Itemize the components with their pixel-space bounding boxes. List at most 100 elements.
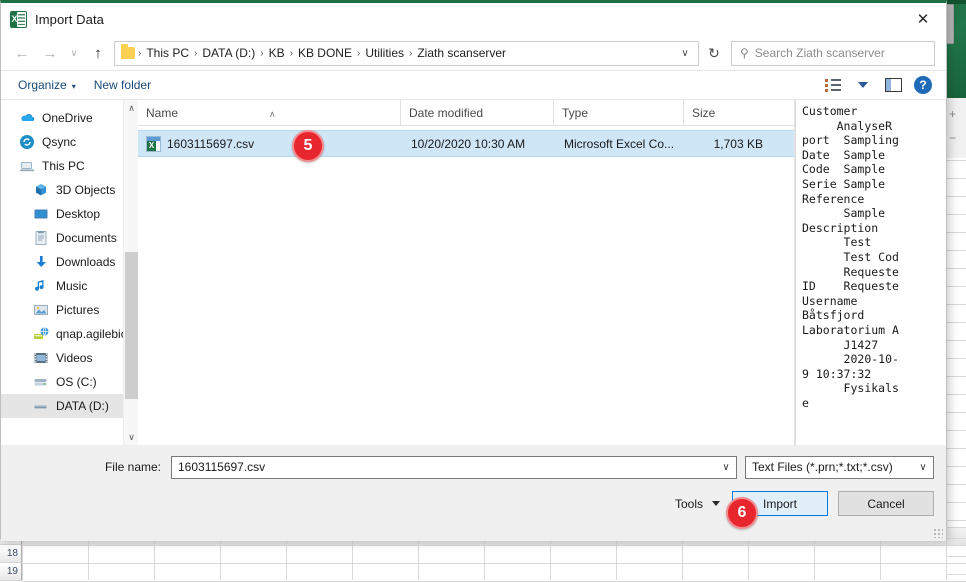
cancel-button[interactable]: Cancel [838, 491, 934, 516]
spreadsheet-row-divider [947, 340, 966, 341]
sidebar-item-documents[interactable]: Documents [1, 226, 138, 250]
spreadsheet-row-divider [947, 538, 966, 539]
chevron-down-icon[interactable]: ∨ [716, 462, 736, 473]
filetype-select[interactable]: Text Files (*.prn;*.txt;*.csv) ∨ [745, 455, 934, 479]
tools-button[interactable]: Tools [667, 493, 722, 515]
breadcrumb: › This PC › DATA (D:) › KB › KB DONE › U… [137, 45, 676, 61]
column-header-date-modified[interactable]: Date modified [400, 99, 553, 126]
csv-file-icon: X [146, 135, 161, 152]
spreadsheet-row-divider [947, 448, 966, 449]
chevron-down-glyph [858, 82, 868, 88]
breadcrumb-item-kb-done[interactable]: KB DONE [294, 45, 356, 61]
sidebar-item-pictures[interactable]: Pictures [1, 298, 138, 322]
chevron-down-icon[interactable]: ∨ [676, 48, 694, 59]
column-header-size[interactable]: Size [683, 99, 768, 126]
sidebar-item-videos[interactable]: Videos [1, 346, 138, 370]
back-button[interactable]: ← [8, 39, 36, 67]
search-input[interactable]: ⚲ Search Ziath scanserver [731, 40, 935, 66]
scrollbar-thumb[interactable] [125, 252, 138, 399]
dialog-titlebar: X Import Data ✕ [1, 3, 946, 36]
pictures-icon [33, 302, 49, 318]
breadcrumb-item-this-pc[interactable]: This PC [142, 45, 193, 61]
address-bar[interactable]: › This PC › DATA (D:) › KB › KB DONE › U… [114, 40, 699, 66]
spreadsheet-row-divider [947, 574, 966, 575]
excel-zoom-out-icon[interactable]: − [949, 132, 956, 144]
sidebar-item-this-pc[interactable]: This PC [1, 154, 138, 178]
command-bar: Organize ▾ New folder ? [1, 70, 946, 100]
sidebar-item-label: DATA (D:) [56, 399, 109, 413]
help-icon[interactable]: ? [908, 73, 938, 97]
close-icon[interactable]: ✕ [900, 3, 946, 34]
spreadsheet-row-divider [947, 196, 966, 197]
breadcrumb-item-data-d[interactable]: DATA (D:) [198, 45, 259, 61]
filename-input[interactable]: 1603115697.csv ∨ [171, 455, 737, 479]
spreadsheet-row-divider [947, 232, 966, 233]
3d-objects-icon [33, 182, 49, 198]
desktop-icon [33, 206, 49, 222]
dialog-footer: File name: 1603115697.csv ∨ Text Files (… [1, 445, 946, 541]
spreadsheet-row-divider [947, 178, 966, 179]
spreadsheet-row-header[interactable]: 18 [0, 545, 22, 563]
sidebar-item-qnap-agilebio-cc[interactable]: qnap.agilebio.cc [1, 322, 138, 346]
view-layout-icon[interactable] [818, 73, 848, 97]
resize-grip[interactable] [933, 528, 943, 538]
sidebar-item-label: Videos [56, 351, 93, 365]
chevron-down-icon: ▾ [71, 82, 76, 91]
sidebar-item-label: Documents [56, 231, 117, 245]
spreadsheet-row-divider [947, 358, 966, 359]
column-header-name[interactable]: Name ∧ [138, 100, 400, 126]
sidebar-item-onedrive[interactable]: OneDrive [1, 106, 138, 130]
pane-splitter[interactable] [794, 100, 795, 445]
sidebar-item-label: 3D Objects [56, 183, 116, 197]
spreadsheet-row-divider [947, 376, 966, 377]
sidebar-item-3d-objects[interactable]: 3D Objects [1, 178, 138, 202]
sidebar-item-downloads[interactable]: Downloads [1, 250, 138, 274]
excel-icon: X [10, 11, 27, 28]
breadcrumb-item-utilities[interactable]: Utilities [361, 45, 408, 61]
column-header-type[interactable]: Type [553, 99, 683, 126]
refresh-icon[interactable]: ↻ [701, 41, 727, 66]
navigation-pane-scrollbar[interactable]: ∧ ∨ [123, 100, 138, 445]
table-row[interactable]: X 1603115697.csv 10/20/2020 10:30 AM Mic… [138, 130, 795, 157]
scroll-up-icon[interactable]: ∧ [124, 100, 138, 116]
sidebar-item-desktop[interactable]: Desktop [1, 202, 138, 226]
spreadsheet-row-divider [947, 268, 966, 269]
sidebar-item-label: This PC [42, 159, 85, 173]
column-header-label: Name [146, 105, 179, 120]
import-data-dialog: X Import Data ✕ ← → ∨ ↑ › This PC › DATA… [0, 0, 947, 541]
organize-button[interactable]: Organize ▾ [9, 74, 85, 96]
spreadsheet-row-divider [947, 502, 966, 503]
preview-pane-icon[interactable] [878, 73, 908, 97]
up-button[interactable]: ↑ [84, 39, 112, 67]
chevron-down-icon[interactable]: ∨ [913, 462, 933, 473]
scroll-down-icon[interactable]: ∨ [124, 429, 138, 445]
excel-zoom-in-icon[interactable]: + [949, 108, 956, 120]
spreadsheet-row-divider [947, 466, 966, 467]
spreadsheet-row-divider [947, 214, 966, 215]
sidebar-item-qsync[interactable]: Qsync [1, 130, 138, 154]
spreadsheet-row-divider [947, 304, 966, 305]
new-folder-button[interactable]: New folder [85, 74, 160, 96]
spreadsheet-row-divider [947, 250, 966, 251]
breadcrumb-item-ziath-scanserver[interactable]: Ziath scanserver [413, 45, 510, 61]
network-drive-icon [33, 326, 49, 342]
annotation-badge-6: 6 [726, 497, 758, 529]
recent-locations-button[interactable]: ∨ [64, 39, 84, 67]
sidebar-item-music[interactable]: Music [1, 274, 138, 298]
folder-icon [121, 44, 135, 59]
sidebar-item-label: Downloads [56, 255, 116, 269]
file-list-header: Name ∧ Date modified Type Size [138, 99, 795, 126]
spreadsheet-row-divider [947, 160, 966, 161]
search-placeholder: Search Ziath scanserver [754, 46, 885, 60]
forward-button[interactable]: → [36, 39, 64, 67]
filename-value: 1603115697.csv [178, 460, 266, 474]
view-layout-glyph [825, 78, 841, 92]
breadcrumb-item-kb[interactable]: KB [265, 45, 289, 61]
view-options-chevron-down-icon[interactable] [848, 73, 878, 97]
sidebar-item-label: OS (C:) [56, 375, 97, 389]
navigation-bar: ← → ∨ ↑ › This PC › DATA (D:) › KB › KB … [1, 36, 946, 70]
sidebar-item-data-d[interactable]: DATA (D:) [1, 394, 138, 418]
spreadsheet-row-divider [947, 556, 966, 557]
sidebar-item-os-c[interactable]: OS (C:) [1, 370, 138, 394]
spreadsheet-row-header[interactable]: 19 [0, 563, 22, 581]
